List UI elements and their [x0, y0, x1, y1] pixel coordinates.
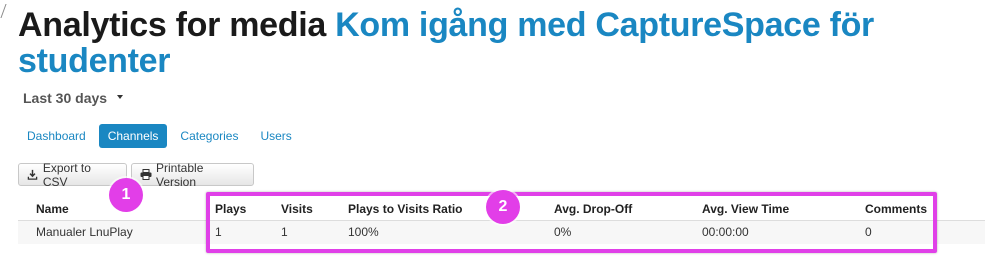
export-csv-button[interactable]: Export to CSV: [18, 160, 127, 189]
page-title-prefix: Analytics for media: [18, 6, 326, 44]
tab-channels[interactable]: Channels: [98, 124, 168, 148]
cell-name: Manualer LnuPlay: [36, 225, 133, 239]
tab-dashboard[interactable]: Dashboard: [18, 124, 95, 148]
page-title: Analytics for media Kom igång med Captur…: [18, 7, 918, 79]
annotation-highlight-box: [206, 192, 937, 253]
date-range-dropdown[interactable]: Last 30 days: [23, 90, 124, 106]
annotation-callout-2: 2: [486, 190, 520, 224]
tab-categories[interactable]: Categories: [171, 124, 247, 148]
analytics-tabs: Dashboard Channels Categories Users: [18, 124, 305, 148]
print-icon: [140, 169, 152, 181]
export-csv-label: Export to CSV: [42, 160, 91, 189]
printable-version-button[interactable]: Printable Version: [131, 160, 254, 189]
annotation-callout-1: 1: [109, 178, 143, 212]
column-header-name[interactable]: Name: [36, 202, 69, 216]
window-edge-mark: [0, 4, 10, 18]
tab-users[interactable]: Users: [251, 124, 300, 148]
date-range-label: Last 30 days: [23, 90, 108, 106]
printable-version-label: Printable Version: [156, 160, 204, 189]
caret-down-icon: [117, 94, 124, 99]
download-icon: [27, 169, 39, 181]
